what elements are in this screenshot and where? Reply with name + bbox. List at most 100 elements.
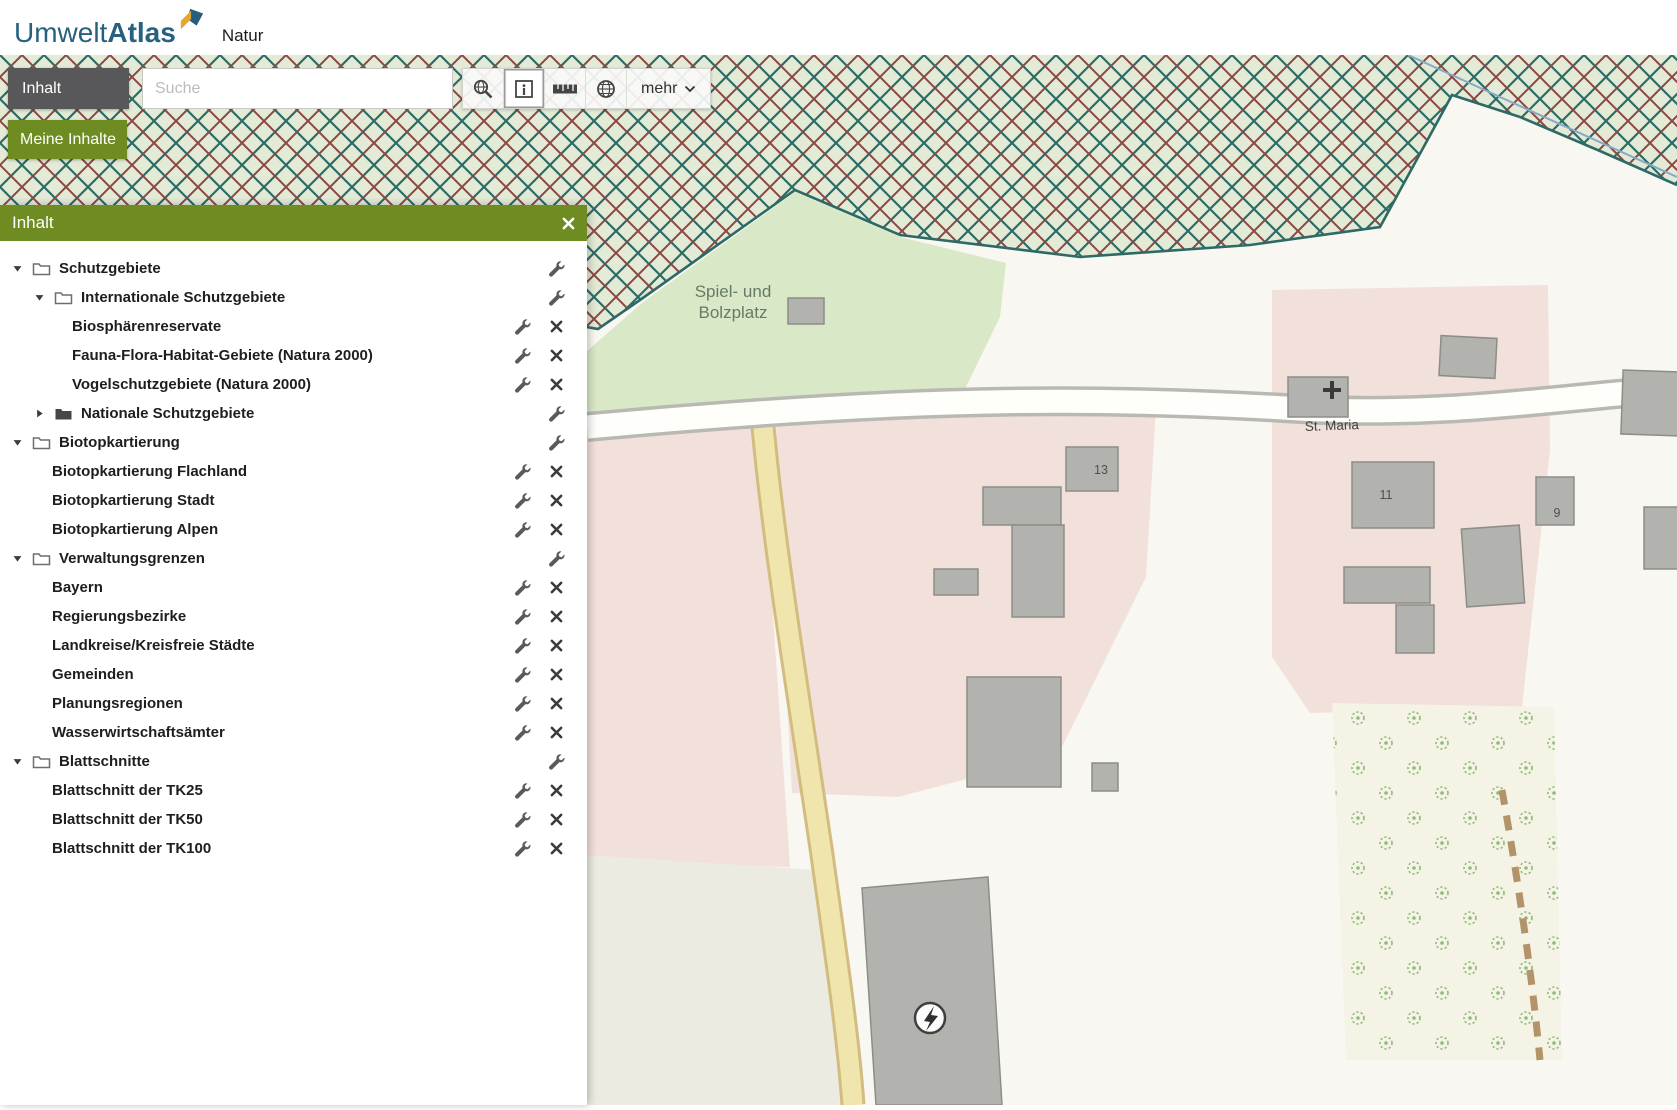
folder-open-icon: [50, 290, 77, 305]
tree-layer-label: Gemeinden: [52, 666, 134, 683]
remove-layer-icon[interactable]: [539, 320, 573, 333]
tree-layer[interactable]: Vogelschutzgebiete (Natura 2000): [0, 370, 587, 399]
remove-layer-icon[interactable]: [539, 465, 573, 478]
remove-layer-icon[interactable]: [539, 697, 573, 710]
layer-tools-icon[interactable]: [505, 376, 539, 393]
umweltatlas-logo[interactable]: UmweltAtlas: [14, 7, 206, 49]
meine-inhalte-button[interactable]: Meine Inhalte: [8, 120, 127, 159]
tree-layer[interactable]: Bayern: [0, 573, 587, 602]
remove-layer-icon[interactable]: [539, 784, 573, 797]
remove-layer-icon[interactable]: [539, 523, 573, 536]
remove-layer-icon[interactable]: [539, 610, 573, 623]
app-header: UmweltAtlas Natur: [0, 0, 1677, 55]
caret-right-icon[interactable]: [28, 408, 50, 419]
inhalt-panel: Inhalt Schutzgebiete Internationale Schu…: [0, 205, 587, 1105]
remove-layer-icon[interactable]: [539, 813, 573, 826]
layer-tools-icon[interactable]: [505, 724, 539, 741]
tree-layer[interactable]: Gemeinden: [0, 660, 587, 689]
folder-open-icon: [28, 435, 55, 450]
tree-layer[interactable]: Fauna-Flora-Habitat-Gebiete (Natura 2000…: [0, 341, 587, 370]
remove-layer-icon[interactable]: [539, 494, 573, 507]
layer-tools-icon[interactable]: [505, 782, 539, 799]
ruler-icon: [552, 82, 578, 96]
caret-down-icon[interactable]: [28, 292, 50, 303]
tree-layer-label: Blattschnitt der TK50: [52, 811, 203, 828]
layer-tools-icon[interactable]: [539, 753, 573, 770]
remove-layer-icon[interactable]: [539, 349, 573, 362]
globe-tool-button[interactable]: [586, 69, 627, 108]
caret-down-icon[interactable]: [6, 553, 28, 564]
layer-tools-icon[interactable]: [539, 260, 573, 277]
caret-down-icon[interactable]: [6, 437, 28, 448]
park-label-line2: Bolzplatz: [699, 303, 768, 322]
tree-layer-label: Biotopkartierung Flachland: [52, 463, 247, 480]
folder-open-icon: [28, 261, 55, 276]
tree-layer[interactable]: Planungsregionen: [0, 689, 587, 718]
tree-group[interactable]: Schutzgebiete: [0, 254, 587, 283]
tree-layer[interactable]: Blattschnitt der TK25: [0, 776, 587, 805]
layer-tools-icon[interactable]: [505, 463, 539, 480]
remove-layer-icon[interactable]: [539, 378, 573, 391]
layer-tools-icon[interactable]: [505, 347, 539, 364]
tree-layer[interactable]: Biotopkartierung Alpen: [0, 515, 587, 544]
tree-group-label: Biotopkartierung: [59, 434, 180, 451]
layer-tools-icon[interactable]: [505, 608, 539, 625]
caret-down-icon[interactable]: [6, 756, 28, 767]
street-label: St. Maria: [1305, 417, 1360, 434]
tree-layer[interactable]: Regierungsbezirke: [0, 602, 587, 631]
inhalt-button[interactable]: Inhalt: [8, 68, 129, 109]
tree-layer[interactable]: Blattschnitt der TK50: [0, 805, 587, 834]
layer-tools-icon[interactable]: [505, 521, 539, 538]
tree-layer[interactable]: Biosphärenreservate: [0, 312, 587, 341]
measure-tool-button[interactable]: [545, 69, 586, 108]
remove-layer-icon[interactable]: [539, 639, 573, 652]
tree-layer[interactable]: Biotopkartierung Flachland: [0, 457, 587, 486]
layer-tools-icon[interactable]: [505, 840, 539, 857]
tree-group[interactable]: Verwaltungsgrenzen: [0, 544, 587, 573]
layer-tools-icon[interactable]: [505, 695, 539, 712]
map-toolbar: mehr: [462, 68, 711, 109]
tree-layer-label: Vogelschutzgebiete (Natura 2000): [72, 376, 311, 393]
house-number-9: 9: [1554, 506, 1561, 520]
house-number-13: 13: [1094, 463, 1108, 477]
tree-layer[interactable]: Blattschnitt der TK100: [0, 834, 587, 863]
search-input[interactable]: [142, 68, 453, 109]
close-icon[interactable]: [562, 217, 575, 230]
meine-inhalte-button-label: Meine Inhalte: [20, 131, 116, 149]
tree-layer[interactable]: Wasserwirtschaftsämter: [0, 718, 587, 747]
layer-tools-icon[interactable]: [539, 405, 573, 422]
layer-tools-icon[interactable]: [505, 666, 539, 683]
map-orchard-area: [1332, 703, 1562, 1060]
tree-group[interactable]: Blattschnitte: [0, 747, 587, 776]
tree-group-label: Internationale Schutzgebiete: [81, 289, 285, 306]
info-tool-button[interactable]: [504, 69, 545, 108]
tree-layer-label: Biotopkartierung Stadt: [52, 492, 215, 509]
layer-tools-icon[interactable]: [505, 492, 539, 509]
tree-group-label: Verwaltungsgrenzen: [59, 550, 205, 567]
layer-tools-icon[interactable]: [505, 637, 539, 654]
remove-layer-icon[interactable]: [539, 842, 573, 855]
remove-layer-icon[interactable]: [539, 668, 573, 681]
search-zoom-button[interactable]: [463, 69, 504, 108]
tree-group[interactable]: Biotopkartierung: [0, 428, 587, 457]
layer-tools-icon[interactable]: [539, 434, 573, 451]
layer-tools-icon[interactable]: [505, 318, 539, 335]
app-title: Natur: [222, 26, 264, 46]
layer-tools-icon[interactable]: [505, 811, 539, 828]
layer-tools-icon[interactable]: [539, 550, 573, 567]
tree-group[interactable]: Nationale Schutzgebiete: [0, 399, 587, 428]
mehr-button[interactable]: mehr: [627, 69, 710, 108]
remove-layer-icon[interactable]: [539, 726, 573, 739]
tree-layer-label: Fauna-Flora-Habitat-Gebiete (Natura 2000…: [72, 347, 373, 364]
remove-layer-icon[interactable]: [539, 581, 573, 594]
tree-layer[interactable]: Landkreise/Kreisfreie Städte: [0, 631, 587, 660]
tree-group-label: Nationale Schutzgebiete: [81, 405, 254, 422]
layer-tools-icon[interactable]: [505, 579, 539, 596]
tree-layer-label: Bayern: [52, 579, 103, 596]
tree-group[interactable]: Internationale Schutzgebiete: [0, 283, 587, 312]
tree-layer[interactable]: Biotopkartierung Stadt: [0, 486, 587, 515]
panel-header: Inhalt: [0, 205, 587, 241]
tree-layer-label: Biosphärenreservate: [72, 318, 221, 335]
caret-down-icon[interactable]: [6, 263, 28, 274]
layer-tools-icon[interactable]: [539, 289, 573, 306]
